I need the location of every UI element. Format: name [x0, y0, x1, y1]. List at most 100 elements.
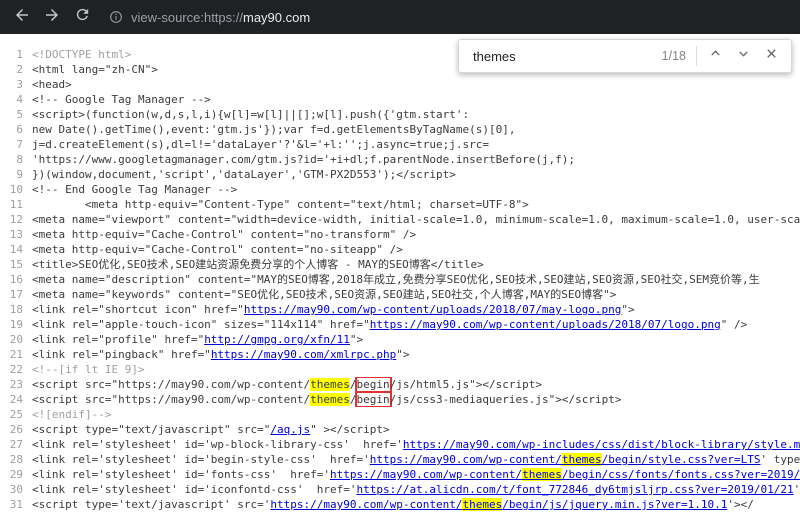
find-next-button[interactable]: [729, 42, 757, 70]
reload-button[interactable]: [68, 3, 96, 31]
line-number: 26: [6, 422, 23, 437]
code-text: " />: [721, 318, 748, 331]
source-link[interactable]: https://may90.com/xmlrpc.php: [211, 348, 396, 361]
code-text: /: [350, 378, 357, 391]
code-line: 15<title>SEO优化,SEO技术,SEO建站资源免费分享的个人博客 - …: [6, 257, 800, 272]
line-number: 3: [6, 77, 23, 92]
code-line: 27<link rel='stylesheet' id='wp-block-li…: [6, 437, 800, 452]
code-line: 12<meta name="viewport" content="width=d…: [6, 212, 800, 227]
code-text: <link rel="profile" href=": [32, 333, 204, 346]
forward-icon: [43, 6, 61, 29]
code-text: <title>SEO优化,SEO技术,SEO建站资源免费分享的个人博客 - MA…: [32, 258, 484, 271]
code-text: <meta name="viewport" content="width=dev…: [32, 213, 800, 226]
code-line: 28 <link rel='stylesheet' id='begin-style…: [6, 452, 800, 467]
page-info-icon[interactable]: [108, 9, 124, 25]
source-link[interactable]: https://at.alicdn.com/t/font_772846_dy6t…: [357, 483, 794, 496]
code-text: <meta name="description" content="MAY的SE…: [32, 273, 760, 286]
search-match: themes: [310, 378, 350, 391]
back-button[interactable]: [8, 3, 36, 31]
source-link[interactable]: themes: [562, 453, 602, 466]
find-previous-button[interactable]: [701, 42, 729, 70]
line-text: <meta http-equiv="Cache-Control" content…: [32, 243, 403, 256]
source-link[interactable]: https://may90.com/wp-includes/css/dist/b…: [403, 438, 800, 451]
code-text: j=d.createElement(s),dl=l!='dataLayer'?'…: [32, 138, 489, 151]
source-link[interactable]: themes: [522, 468, 562, 481]
code-line: 21<link rel="pingback" href="https://may…: [6, 347, 800, 362]
source-link[interactable]: /begin/style.css?ver=LTS: [602, 453, 761, 466]
source-link[interactable]: https://may90.com/wp-content/uploads/201…: [370, 318, 721, 331]
annotation-box: begin: [357, 393, 390, 406]
code-line: 9})(window,document,'script','dataLayer'…: [6, 167, 800, 182]
code-line: 6 new Date().getTime(),event:'gtm.js'});v…: [6, 122, 800, 137]
source-link[interactable]: http://gmpg.org/xfn/11: [204, 333, 350, 346]
line-text: })(window,document,'script','dataLayer',…: [32, 168, 456, 181]
line-text: <!--[if lt IE 9]>: [32, 363, 145, 376]
line-number: 2: [6, 62, 23, 77]
code-text: <meta http-equiv="Cache-Control" content…: [32, 243, 403, 256]
line-number: 16: [6, 272, 23, 287]
code-text: /js/html5.js"></script>: [390, 378, 542, 391]
code-text: <script src="https://may90.com/wp-conten…: [32, 393, 310, 406]
code-text: /js/css3-mediaqueries.js"></script>: [390, 393, 622, 406]
find-input[interactable]: themes: [473, 49, 662, 64]
url-text: view-source:https://may90.com: [131, 10, 310, 25]
source-link[interactable]: https://may90.com/wp-content/uploads/201…: [244, 303, 622, 316]
forward-button[interactable]: [38, 3, 66, 31]
code-line: 3 <head>: [6, 77, 800, 92]
source-link[interactable]: /begin/js/jquery.min.js?ver=1.10.1: [502, 498, 727, 511]
code-text: })(window,document,'script','dataLayer',…: [32, 168, 456, 181]
source-link[interactable]: /begin/css/fonts/fonts.css?ver=2019/01: [562, 468, 800, 481]
line-number: 11: [6, 197, 23, 212]
code-text: " ></script>: [310, 423, 389, 436]
code-line: 8 'https://www.googletagmanager.com/gtm.j…: [6, 152, 800, 167]
line-number: 17: [6, 287, 23, 302]
code-text: /: [350, 393, 357, 406]
line-number: 1: [6, 47, 23, 62]
code-text: <link rel="apple-touch-icon" sizes="114x…: [32, 318, 370, 331]
source-link[interactable]: /aq.js: [270, 423, 310, 436]
find-match-count: 1/18: [662, 49, 686, 63]
line-number: 8: [6, 152, 23, 167]
code-text: <!DOCTYPE html>: [32, 48, 131, 61]
code-line: 20 <link rel="profile" href="http://gmpg.…: [6, 332, 800, 347]
line-text: <!-- Google Tag Manager -->: [32, 93, 211, 106]
line-text: <link rel='stylesheet' id='begin-style-c…: [32, 453, 800, 466]
code-text: <link rel='stylesheet' id='wp-block-libr…: [32, 438, 403, 451]
chevron-up-icon: [708, 46, 723, 66]
code-line: 25<![endif]-->: [6, 407, 800, 422]
line-number: 30: [6, 482, 23, 497]
source-link[interactable]: https://may90.com/wp-content/: [370, 453, 562, 466]
url-domain: may90.com: [243, 10, 310, 25]
line-text: <html lang="zh-CN">: [32, 63, 158, 76]
code-text: <!--[if lt IE 9]>: [32, 363, 145, 376]
code-text: <script src="https://may90.com/wp-conten…: [32, 378, 310, 391]
code-line: 30<link rel='stylesheet' id='iconfontd-c…: [6, 482, 800, 497]
code-text: <!-- End Google Tag Manager -->: [32, 183, 237, 196]
address-bar[interactable]: view-source:https://may90.com: [108, 9, 792, 25]
source-link[interactable]: themes: [462, 498, 502, 511]
line-number: 20: [6, 332, 23, 347]
code-text: ">: [350, 333, 363, 346]
line-number: 10: [6, 182, 23, 197]
reload-icon: [74, 6, 91, 28]
line-text: new Date().getTime(),event:'gtm.js'});va…: [32, 123, 515, 136]
line-text: <head>: [32, 78, 72, 91]
source-code: 1 <!DOCTYPE html> 2 <html lang="zh-CN"> 3 <he…: [0, 34, 800, 512]
code-text: <![endif]-->: [32, 408, 111, 421]
chevron-down-icon: [736, 46, 751, 66]
url-scheme: view-source:https://: [131, 10, 243, 25]
line-text: <script type='text/javascript' src='http…: [32, 498, 754, 511]
find-close-button[interactable]: [757, 42, 785, 70]
line-number: 19: [6, 317, 23, 332]
find-divider: [696, 46, 697, 66]
source-link[interactable]: https://may90.com/wp-content/: [330, 468, 522, 481]
line-number: 28: [6, 452, 23, 467]
code-text: <script type='text/javascript' src=': [32, 498, 270, 511]
line-text: <link rel="profile" href="http://gmpg.or…: [32, 333, 363, 346]
source-link[interactable]: https://may90.com/wp-content/: [270, 498, 462, 511]
code-line: 26<script type="text/javascript" src="/a…: [6, 422, 800, 437]
line-text: <script src="https://may90.com/wp-conten…: [32, 393, 621, 406]
line-number: 6: [6, 122, 23, 137]
line-text: 'https://www.googletagmanager.com/gtm.js…: [32, 153, 575, 166]
code-line: 19 <link rel="apple-touch-icon" sizes="11…: [6, 317, 800, 332]
